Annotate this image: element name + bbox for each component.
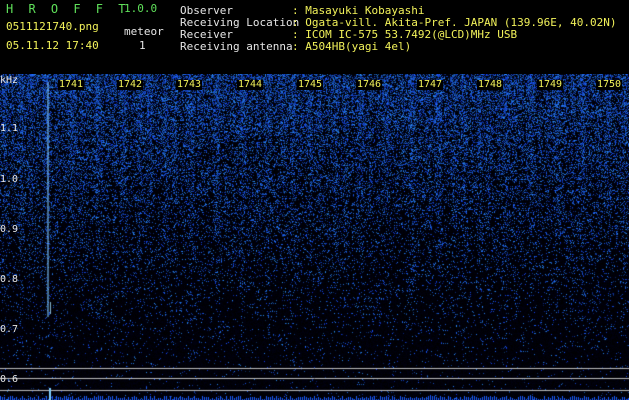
x-tick-label: 1743 <box>176 79 203 90</box>
file-name: 0511121740.png <box>6 20 99 33</box>
x-tick-label: 1744 <box>237 79 264 90</box>
meteor-label: meteor <box>124 25 164 38</box>
spectrogram-canvas <box>0 74 629 400</box>
x-tick-label: 1741 <box>58 79 85 90</box>
y-tick-label: 0.9 <box>0 224 19 235</box>
x-tick-label: 1747 <box>417 79 444 90</box>
x-tick-label: 1742 <box>117 79 144 90</box>
x-tick-label: 1748 <box>477 79 504 90</box>
y-tick-label: 1.1 <box>0 123 19 134</box>
file-timestamp: 05.11.12 17:40 <box>6 39 99 52</box>
x-tick-label: 1745 <box>297 79 324 90</box>
meteor-count: 1 <box>139 39 146 52</box>
app-title: H R O F F T <box>6 2 130 16</box>
app-version: 1.0.0 <box>124 2 158 15</box>
y-tick-label: 0.8 <box>0 274 19 285</box>
antenna-value: : A504HB(yagi 4el) <box>292 40 412 53</box>
x-tick-label: 1750 <box>596 79 623 90</box>
y-tick-label: 0.7 <box>0 324 19 335</box>
y-tick-label: 0.6 <box>0 374 19 385</box>
x-tick-label: 1746 <box>356 79 383 90</box>
y-axis-unit: kHz <box>0 75 19 86</box>
antenna-key: Receiving antenna <box>180 40 293 53</box>
header-panel: H R O F F T 1.0.0 0511121740.png meteor … <box>0 0 629 74</box>
x-tick-label: 1749 <box>537 79 564 90</box>
y-tick-label: 1.0 <box>0 174 19 185</box>
